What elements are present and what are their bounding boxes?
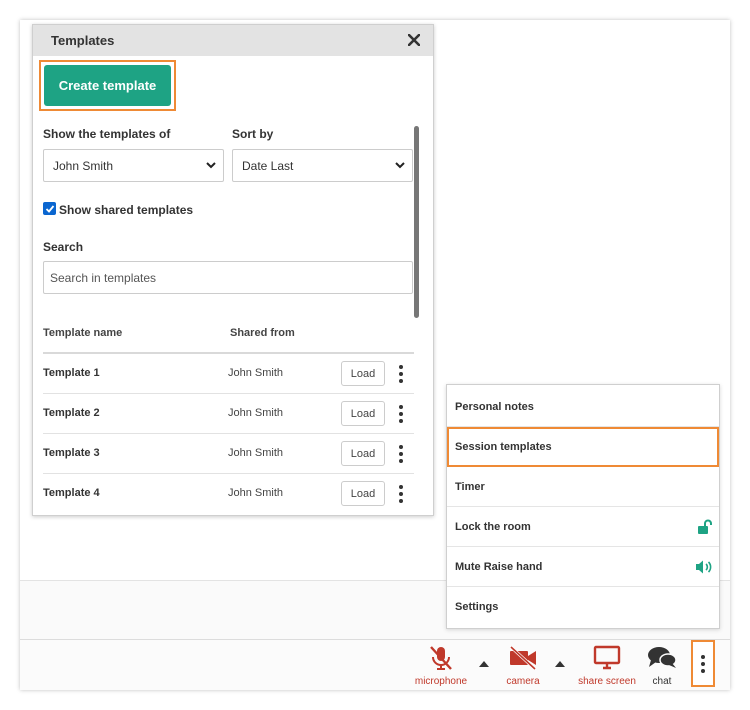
menu-item-label: Session templates [455, 441, 552, 453]
camera-options-caret-icon[interactable] [555, 661, 565, 667]
create-template-highlight: Create template [39, 60, 176, 111]
search-input[interactable]: Search in templates [43, 261, 413, 294]
kebab-menu-icon [701, 654, 705, 673]
microphone-muted-icon [430, 646, 452, 670]
shared-from: John Smith [228, 487, 284, 499]
templates-panel: Templates Create template Show the templ… [32, 24, 434, 516]
shared-from: John Smith [228, 367, 284, 379]
table-row: Template 3 John Smith Load [43, 434, 414, 474]
sort-by-value: Date Last [242, 158, 294, 173]
show-templates-select[interactable]: John Smith [43, 149, 224, 182]
show-shared-checkbox[interactable] [43, 202, 56, 215]
share-screen-button[interactable]: share screen [575, 645, 639, 687]
load-button[interactable]: Load [341, 361, 385, 386]
load-button[interactable]: Load [341, 401, 385, 426]
search-label: Search [43, 240, 84, 254]
templates-panel-header: Templates [33, 25, 433, 56]
menu-item-label: Mute Raise hand [455, 560, 543, 573]
share-screen-label: share screen [578, 676, 636, 687]
table-row: Template 4 John Smith Load [43, 474, 414, 514]
column-template-name: Template name [43, 327, 123, 339]
table-row: Template 2 John Smith Load [43, 394, 414, 434]
sort-by-select[interactable]: Date Last [232, 149, 413, 182]
menu-item-label: Lock the room [455, 520, 531, 533]
sort-by-label: Sort by [232, 127, 274, 141]
chat-bubbles-icon [648, 647, 677, 668]
camera-label: camera [506, 676, 540, 687]
panel-scrollbar-thumb[interactable] [414, 126, 419, 318]
kebab-menu-icon[interactable] [397, 484, 405, 504]
load-button[interactable]: Load [341, 441, 385, 466]
load-button[interactable]: Load [341, 481, 385, 506]
search-placeholder: Search in templates [50, 270, 157, 285]
template-name: Template 1 [43, 367, 100, 379]
table-row: Template 1 John Smith Load [43, 354, 414, 394]
menu-item-label: Personal notes [455, 400, 534, 413]
monitor-icon [593, 645, 621, 670]
unlocked-padlock-icon [698, 519, 712, 534]
template-name: Template 3 [43, 447, 100, 459]
close-button[interactable] [405, 31, 423, 49]
menu-item-session-templates[interactable]: Session templates [447, 427, 719, 467]
template-name: Template 2 [43, 407, 100, 419]
show-shared-label: Show shared templates [59, 203, 194, 217]
show-templates-label: Show the templates of [43, 127, 171, 141]
chat-button[interactable]: chat [644, 645, 680, 687]
menu-item-settings[interactable]: Settings [447, 587, 719, 627]
microphone-button[interactable]: microphone [412, 645, 470, 687]
camera-off-icon [509, 645, 537, 671]
chevron-down-icon [395, 162, 405, 169]
menu-item-timer[interactable]: Timer [447, 467, 719, 507]
microphone-label: microphone [414, 676, 468, 687]
camera-button[interactable]: camera [500, 645, 546, 687]
menu-item-label: Timer [455, 480, 485, 493]
panel-title: Templates [51, 33, 115, 48]
more-options-menu: Personal notes Session templates Timer L… [446, 384, 720, 629]
checkmark-icon [45, 204, 54, 213]
microphone-options-caret-icon[interactable] [479, 661, 489, 667]
template-name: Template 4 [43, 487, 100, 499]
create-template-button[interactable]: Create template [44, 65, 171, 106]
kebab-menu-icon[interactable] [397, 444, 405, 464]
kebab-menu-icon[interactable] [397, 404, 405, 424]
speaker-volume-icon [696, 560, 712, 574]
menu-item-mute-raise-hand[interactable]: Mute Raise hand [447, 547, 719, 587]
column-shared-from: Shared from [230, 327, 295, 339]
menu-item-personal-notes[interactable]: Personal notes [447, 387, 719, 427]
more-options-button[interactable] [691, 640, 715, 687]
shared-from: John Smith [228, 447, 284, 459]
panel-scrollbar[interactable] [414, 126, 420, 515]
close-icon [408, 34, 420, 46]
kebab-menu-icon[interactable] [397, 364, 405, 384]
chevron-down-icon [206, 162, 216, 169]
menu-item-label: Settings [455, 601, 499, 613]
chat-label: chat [652, 676, 672, 687]
shared-from: John Smith [228, 407, 284, 419]
show-templates-value: John Smith [53, 158, 114, 173]
menu-item-lock-room[interactable]: Lock the room [447, 507, 719, 547]
